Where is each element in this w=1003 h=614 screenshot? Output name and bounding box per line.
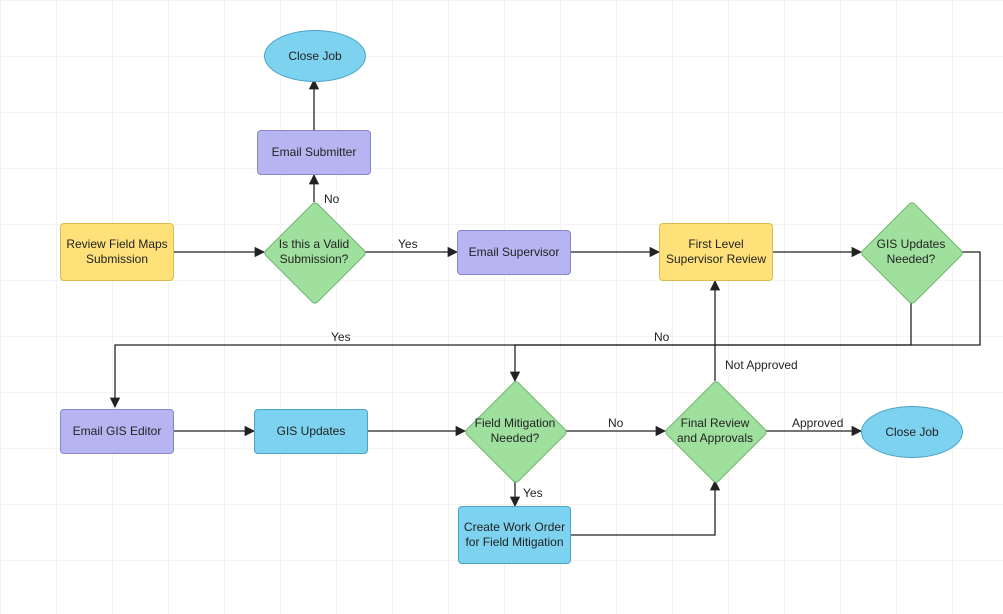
edge-label-mit-no: No	[608, 416, 623, 430]
edge-label-mit-yes: Yes	[523, 486, 543, 500]
node-label: Create Work Order for Field Mitigation	[463, 520, 566, 550]
node-label: Close Job	[288, 49, 341, 63]
node-valid-submission: Is this a Valid Submission?	[264, 202, 364, 302]
edge-label-valid-yes: Yes	[398, 237, 418, 251]
node-create-work-order: Create Work Order for Field Mitigation	[458, 506, 571, 564]
node-email-supervisor: Email Supervisor	[457, 230, 571, 275]
node-field-mitigation-needed: Field Mitigation Needed?	[465, 381, 565, 481]
edge-label-gis-yes: Yes	[331, 330, 351, 344]
node-email-submitter: Email Submitter	[257, 130, 371, 175]
node-label: Review Field Maps Submission	[65, 237, 169, 267]
node-label: GIS Updates	[277, 424, 346, 439]
node-email-gis-editor: Email GIS Editor	[60, 409, 174, 454]
node-first-level-review: First Level Supervisor Review	[659, 223, 773, 281]
node-label: Final Review and Approvals	[671, 416, 759, 446]
node-label: Email Submitter	[272, 145, 357, 160]
flow-diagram: Close Job Email Submitter Review Field M…	[0, 0, 1003, 614]
edge-createwo-to-final	[571, 481, 715, 535]
node-label: Close Job	[885, 425, 938, 439]
edge-label-not-approved: Not Approved	[725, 358, 798, 372]
node-label: Field Mitigation Needed?	[471, 416, 559, 446]
node-label: First Level Supervisor Review	[664, 237, 768, 267]
node-close-job-top: Close Job	[264, 30, 366, 82]
edge-label-valid-no: No	[324, 192, 339, 206]
node-gis-updates: GIS Updates	[254, 409, 368, 454]
node-gis-updates-needed: GIS Updates Needed?	[861, 202, 961, 302]
node-label: Is this a Valid Submission?	[270, 237, 358, 267]
node-final-review: Final Review and Approvals	[665, 381, 765, 481]
edge-label-approved: Approved	[792, 416, 843, 430]
node-label: Email GIS Editor	[73, 424, 162, 439]
node-label: GIS Updates Needed?	[867, 237, 955, 267]
edge-label-gis-no: No	[654, 330, 669, 344]
node-label: Email Supervisor	[469, 245, 560, 260]
node-close-job-right: Close Job	[861, 406, 963, 458]
node-review-submission: Review Field Maps Submission	[60, 223, 174, 281]
